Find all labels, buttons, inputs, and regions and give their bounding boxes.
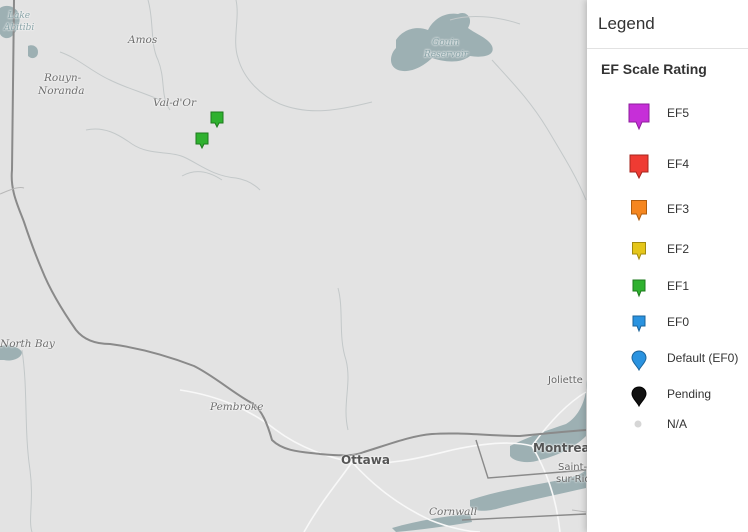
label-lake-abitibi-2: Abitibi	[4, 23, 35, 33]
label-gouin-reservoir: Gouin	[432, 38, 460, 48]
label-saint-jean: Saint-J	[558, 462, 591, 473]
label-gouin-reservoir-2: Reservoir	[424, 50, 469, 60]
legend-item-ef1: EF1	[587, 278, 748, 308]
legend-title: Legend	[598, 14, 655, 33]
na-dot-icon	[634, 420, 642, 428]
legend-item-pending: Pending	[587, 384, 748, 414]
tornado-marker-ef1[interactable]	[210, 111, 224, 129]
legend-item-ef4: EF4	[587, 152, 748, 182]
ef1-pin-icon	[195, 132, 209, 150]
ef2-pin-icon	[632, 242, 646, 261]
label-val-dor: Val-d'Or	[153, 97, 197, 109]
legend-item-ef0: EF0	[587, 314, 748, 344]
legend-label: EF2	[667, 242, 690, 256]
label-montreal: Montreal	[533, 441, 594, 455]
legend-label: N/A	[667, 417, 688, 431]
label-north-bay: North Bay	[0, 338, 55, 350]
legend-item-default: Default (EF0)	[587, 348, 748, 378]
legend-label: EF4	[667, 157, 690, 171]
legend-item-ef2: EF2	[587, 240, 748, 270]
legend-divider	[587, 48, 748, 49]
ef5-pin-icon	[628, 103, 650, 131]
ef4-pin-icon	[629, 154, 649, 180]
legend-label: EF0	[667, 315, 690, 329]
pending-drop-icon	[631, 386, 647, 408]
label-pembroke: Pembroke	[210, 401, 264, 413]
legend-panel: Legend EF Scale Rating EF5 EF4 EF3 EF2 E…	[587, 0, 748, 532]
legend-item-ef3: EF3	[587, 198, 748, 228]
ef1-pin-icon	[632, 279, 646, 298]
legend-label: EF5	[667, 106, 690, 120]
label-cornwall: Cornwall	[429, 506, 478, 518]
legend-subtitle: EF Scale Rating	[601, 61, 707, 77]
legend-label: EF3	[667, 202, 690, 216]
legend-label: Pending	[667, 387, 712, 401]
tornado-marker-ef1[interactable]	[195, 132, 209, 150]
label-ottawa: Ottawa	[341, 453, 390, 467]
default-drop-icon	[631, 350, 647, 372]
label-rouyn-noranda-2: Noranda	[38, 85, 85, 97]
legend-item-ef5: EF5	[587, 100, 748, 131]
legend-label: Default (EF0)	[667, 351, 739, 365]
ef1-pin-icon	[210, 111, 224, 129]
legend-label: EF1	[667, 279, 690, 293]
label-joliette: Joliette	[548, 375, 583, 386]
label-rouyn-noranda: Rouyn-	[44, 72, 82, 84]
legend-item-na: N/A	[587, 416, 748, 446]
label-lake-abitibi: Lake	[8, 11, 31, 21]
label-saint-jean-2: sur-Ric	[556, 474, 590, 485]
label-amos: Amos	[128, 34, 158, 46]
ef3-pin-icon	[631, 200, 647, 222]
ef0-pin-icon	[632, 315, 646, 333]
